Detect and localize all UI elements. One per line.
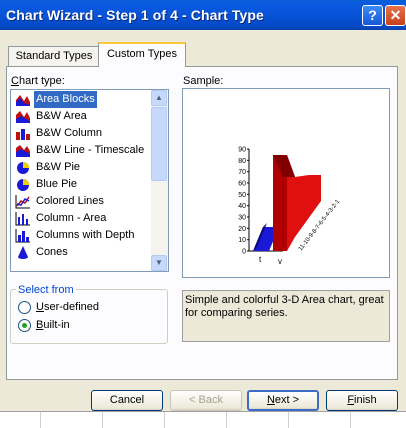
- chart-type-label-accel: C: [11, 75, 19, 87]
- next-button[interactable]: Next >: [247, 390, 319, 411]
- sample-chart: 9080706050403020100 t v 11-10-9-8-7-6-5-…: [238, 147, 342, 267]
- colored-lines-icon: [15, 195, 30, 209]
- x-label-t: t: [259, 255, 262, 264]
- y-tick-label: 30: [238, 215, 246, 222]
- cancel-button[interactable]: Cancel: [91, 390, 163, 411]
- radio-label-rest: ser-defined: [43, 301, 99, 313]
- radio-user-defined[interactable]: User-defined: [18, 300, 168, 316]
- chart-type-list[interactable]: Area Blocks B&W Area B&W Column B&W Line…: [10, 89, 169, 272]
- y-tick-label: 40: [238, 203, 246, 210]
- scroll-thumb[interactable]: [151, 107, 167, 181]
- y-tick-label: 10: [238, 237, 246, 244]
- list-scrollbar[interactable]: ▲ ▼: [151, 90, 168, 271]
- list-item-bw-line-timescale[interactable]: B&W Line - Timescale: [12, 142, 152, 159]
- bw-line-timescale-icon: [16, 145, 30, 157]
- radio-label: User-defined: [36, 301, 99, 313]
- y-tick-label: 50: [238, 192, 246, 199]
- scroll-down-button[interactable]: ▼: [151, 255, 167, 271]
- list-item-label: B&W Line - Timescale: [36, 144, 145, 156]
- sample-preview: 90 80 70 60 50 40 30 20 10 0 t v 11-10-9-8-7-6-5-…: [182, 88, 390, 278]
- scroll-up-button[interactable]: ▲: [151, 90, 167, 106]
- close-button[interactable]: ✕: [385, 5, 406, 26]
- blue-pie-icon: [17, 179, 29, 191]
- y-tick-label: 60: [238, 181, 246, 188]
- list-item-label: Columns with Depth: [36, 229, 135, 241]
- select-from-group: [10, 289, 168, 344]
- next-rest: ext >: [274, 394, 300, 406]
- help-button[interactable]: ?: [362, 5, 383, 26]
- area-blocks-icon: [16, 95, 30, 106]
- list-item-cones[interactable]: Cones: [12, 244, 152, 261]
- list-item-column-area[interactable]: Column - Area: [12, 210, 152, 227]
- list-item-label: B&W Area: [36, 110, 87, 122]
- columns-with-depth-icon: [15, 229, 30, 243]
- list-item-label: B&W Pie: [36, 161, 81, 173]
- list-item-label: Cones: [36, 246, 68, 258]
- list-item-label: Colored Lines: [36, 195, 104, 207]
- list-item-bw-area[interactable]: B&W Area: [12, 108, 152, 125]
- next-accel: N: [266, 394, 275, 406]
- x-label-v: v: [278, 257, 282, 266]
- window-title: Chart Wizard - Step 1 of 4 - Chart Type: [6, 7, 264, 23]
- chart-type-label: Chart type:: [11, 75, 65, 87]
- finish-rest: inish: [354, 394, 377, 406]
- bw-area-icon: [16, 111, 30, 123]
- radio-label-rest: uilt-in: [43, 319, 70, 331]
- list-item-bw-column[interactable]: B&W Column: [12, 125, 152, 142]
- column-area-icon: [15, 212, 30, 226]
- bw-pie-icon: [17, 162, 29, 174]
- radio-circle[interactable]: [18, 319, 31, 332]
- tab-standard-types[interactable]: Standard Types: [8, 46, 100, 66]
- y-axis-ticks: 90 80 70 60 50 40 30 20 10 0: [238, 147, 249, 256]
- spreadsheet-background: [0, 411, 406, 428]
- radio-label: Built-in: [36, 319, 70, 331]
- y-tick-label: 90: [238, 147, 246, 154]
- list-item-colored-lines[interactable]: Colored Lines: [12, 193, 152, 210]
- radio-dot: [22, 323, 27, 328]
- list-item-bw-pie[interactable]: B&W Pie: [12, 159, 152, 176]
- finish-button[interactable]: Finish: [326, 390, 398, 411]
- list-item-columns-with-depth[interactable]: Columns with Depth: [12, 227, 152, 244]
- list-item-area-blocks[interactable]: Area Blocks: [12, 91, 152, 108]
- radio-built-in[interactable]: Built-in: [18, 318, 168, 334]
- y-tick-label: 20: [238, 226, 246, 233]
- radio-label-accel: U: [36, 301, 44, 313]
- cones-icon: [18, 246, 28, 259]
- title-bar[interactable]: Chart Wizard - Step 1 of 4 - Chart Type …: [0, 0, 406, 30]
- y-tick-label: 0: [242, 249, 246, 256]
- bw-column-icon: [16, 129, 30, 140]
- back-button[interactable]: < Back: [170, 390, 242, 411]
- tab-custom-types[interactable]: Custom Types: [98, 42, 186, 67]
- list-item-label: B&W Column: [36, 127, 103, 139]
- chart-type-label-rest: hart type:: [18, 75, 65, 87]
- chart-description: Simple and colorful 3-D Area chart, grea…: [182, 290, 390, 342]
- radio-circle[interactable]: [18, 301, 31, 314]
- sample-label: Sample:: [183, 75, 224, 87]
- y-tick-label: 80: [238, 158, 246, 165]
- y-tick-label: 70: [238, 169, 246, 176]
- select-from-title: Select from: [16, 284, 76, 296]
- list-item-label: Blue Pie: [36, 178, 77, 190]
- list-item-label: Column - Area: [36, 212, 107, 224]
- list-item-blue-pie[interactable]: Blue Pie: [12, 176, 152, 193]
- list-item-label: Area Blocks: [34, 91, 97, 108]
